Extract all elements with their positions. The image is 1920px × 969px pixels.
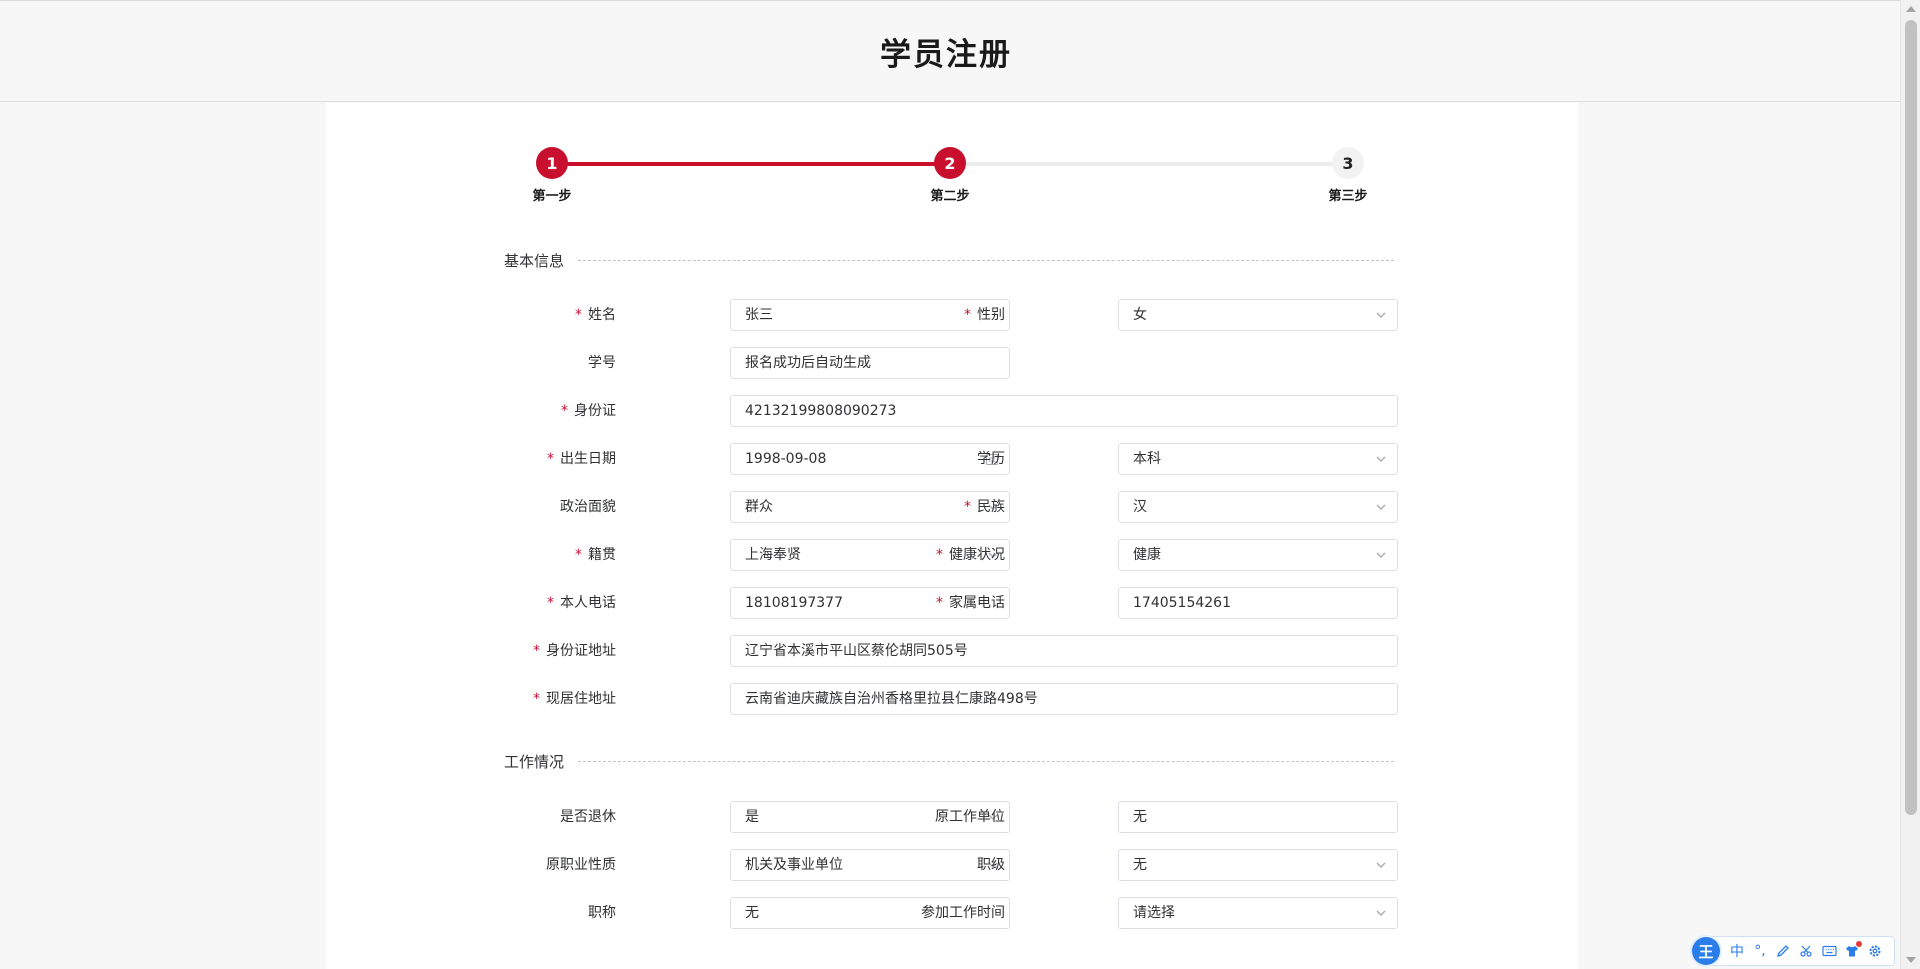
scroll-down-arrow[interactable]	[1906, 957, 1916, 963]
ethnicity-select[interactable]: 汉	[1118, 491, 1398, 523]
chevron-down-icon	[1375, 898, 1387, 928]
health-select[interactable]: 健康	[1118, 539, 1398, 571]
birth-date-label: * 出生日期	[547, 451, 616, 467]
scissors-icon[interactable]	[1795, 940, 1817, 962]
birth-date-picker[interactable]: 1998-09-08	[730, 443, 1010, 475]
current-address-label: * 现居住地址	[533, 691, 616, 707]
chevron-down-icon	[1375, 850, 1387, 880]
chevron-down-icon	[1375, 444, 1387, 474]
vertical-scrollbar[interactable]	[1900, 0, 1920, 969]
required-mark: *	[547, 595, 554, 611]
required-mark: *	[936, 547, 943, 563]
required-mark: *	[533, 691, 540, 707]
step-1-label: 第一步	[532, 189, 572, 204]
step-indicator: 1 第一步 2 第二步 3 第三步	[326, 103, 1578, 223]
page-title: 学员注册	[880, 36, 1012, 73]
work-start-select[interactable]: 请选择	[1118, 897, 1398, 929]
gender-select[interactable]: 女	[1118, 299, 1398, 331]
required-mark: *	[936, 595, 943, 611]
health-label: * 健康状况	[936, 547, 1005, 563]
pen-icon[interactable]	[1772, 940, 1794, 962]
scroll-up-arrow[interactable]	[1906, 6, 1916, 12]
section-work-info: 工作情况	[504, 751, 1394, 771]
section-basic-info: 基本信息	[504, 250, 1394, 270]
keyboard-icon[interactable]	[1818, 940, 1840, 962]
title-label: 职称	[588, 905, 616, 921]
step-line-1-2	[552, 162, 950, 166]
chevron-down-icon	[1375, 300, 1387, 330]
id-address-input[interactable]: 辽宁省本溪市平山区蔡伦胡同505号	[730, 635, 1398, 667]
gear-icon[interactable]	[1864, 940, 1886, 962]
ime-mode-toggle[interactable]: 中	[1726, 940, 1748, 962]
required-mark: *	[575, 307, 582, 323]
registration-card: 1 第一步 2 第二步 3 第三步 基本信息 * 姓名 张三 * 性别 女 学号 报…	[326, 103, 1578, 969]
step-3-label: 第三步	[1328, 189, 1368, 204]
ime-logo-icon[interactable]: 王	[1692, 937, 1720, 965]
required-mark: *	[547, 451, 554, 467]
required-mark: *	[561, 403, 568, 419]
name-label: * 姓名	[575, 307, 616, 323]
notification-dot	[1856, 941, 1862, 947]
ime-toolbar: 王 中 °,	[1692, 936, 1895, 966]
required-mark: *	[964, 499, 971, 515]
id-card-label: * 身份证	[561, 403, 616, 419]
ime-punct-toggle[interactable]: °,	[1749, 940, 1771, 962]
section-title: 基本信息	[504, 251, 565, 270]
phone-label: * 本人电话	[547, 595, 616, 611]
rank-select[interactable]: 无	[1118, 849, 1398, 881]
required-mark: *	[575, 547, 582, 563]
family-phone-input[interactable]: 17405154261	[1118, 587, 1398, 619]
page-header: 学员注册	[0, 0, 1900, 102]
section-divider	[578, 259, 1394, 261]
native-place-label: * 籍贯	[575, 547, 616, 563]
ethnicity-label: * 民族	[964, 499, 1005, 515]
step-3-circle: 3	[1332, 147, 1364, 179]
step-2-label: 第二步	[930, 189, 970, 204]
rank-label: 职级	[977, 857, 1005, 873]
student-no-input[interactable]: 报名成功后自动生成	[730, 347, 1010, 379]
step-1-circle: 1	[536, 147, 568, 179]
step-2-circle: 2	[934, 147, 966, 179]
work-start-label: 参加工作时间	[921, 905, 1005, 921]
section-divider	[578, 760, 1394, 762]
gender-label: * 性别	[964, 307, 1005, 323]
chevron-down-icon	[1375, 492, 1387, 522]
id-card-input[interactable]: 42132199808090273	[730, 395, 1398, 427]
id-address-label: * 身份证地址	[533, 643, 616, 659]
former-employer-label: 原工作单位	[935, 809, 1005, 825]
former-employer-input[interactable]: 无	[1118, 801, 1398, 833]
step-line-2-3	[950, 162, 1348, 166]
student-no-label: 学号	[588, 355, 616, 371]
chevron-down-icon	[1375, 540, 1387, 570]
required-mark: *	[533, 643, 540, 659]
political-label: 政治面貌	[560, 499, 616, 515]
shirt-icon[interactable]	[1841, 940, 1863, 962]
former-nature-select[interactable]: 机关及事业单位	[730, 849, 1010, 881]
section-title: 工作情况	[504, 752, 565, 771]
education-label: 学历	[977, 451, 1005, 467]
education-select[interactable]: 本科	[1118, 443, 1398, 475]
required-mark: *	[964, 307, 971, 323]
former-nature-label: 原职业性质	[546, 857, 616, 873]
current-address-input[interactable]: 云南省迪庆藏族自治州香格里拉县仁康路498号	[730, 683, 1398, 715]
family-phone-label: * 家属电话	[936, 595, 1005, 611]
scrollbar-thumb[interactable]	[1905, 20, 1917, 815]
retired-label: 是否退休	[560, 809, 616, 825]
